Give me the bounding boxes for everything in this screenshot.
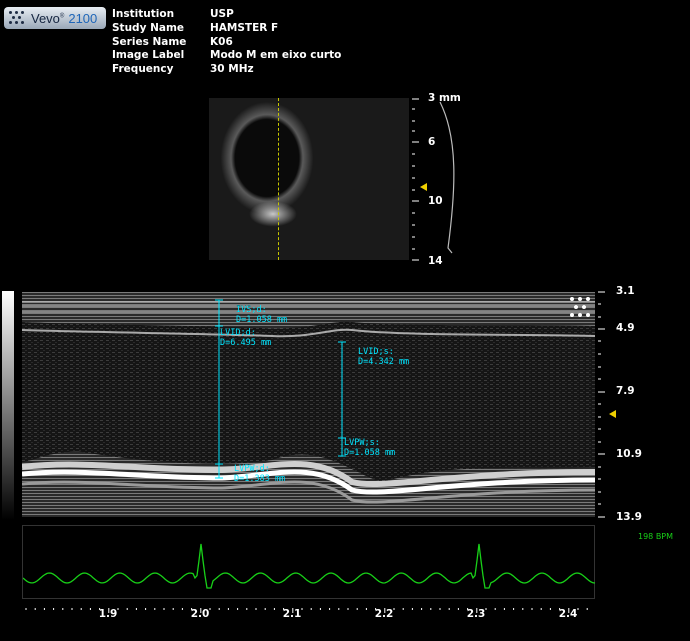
time-label: 2.2	[374, 608, 394, 620]
time-label: 1.9	[98, 608, 118, 620]
mmode-depth-label: 7.9	[616, 385, 635, 397]
mmode-depth-label: 10.9	[616, 448, 642, 460]
info-key: Series Name	[112, 35, 187, 48]
brand-model: 2100	[68, 10, 98, 26]
mmode-depth-label: 13.9	[616, 511, 642, 523]
info-key: Study Name	[112, 21, 185, 34]
measure-ivs-d: IVS;d: D=1.058 mm	[236, 305, 288, 325]
ecg-trace-panel	[22, 525, 596, 599]
mmode-image[interactable]: IVS;d: D=1.058 mm LVID;d: D=6.495 mm LVP…	[22, 292, 595, 517]
info-key: Institution	[112, 8, 175, 20]
bmode-ruler-ticks	[412, 98, 455, 261]
bmode-depth-label: 3 mm	[428, 92, 461, 104]
mmode-trace	[22, 292, 595, 517]
info-value: USP	[210, 8, 234, 20]
time-axis: 1.9 2.0 2.1 2.2 2.3 2.4	[22, 600, 597, 630]
bmode-depth-label: 14	[428, 255, 443, 267]
info-row: Series Name K06	[112, 36, 341, 50]
time-label: 2.4	[558, 608, 578, 620]
ecg-waveform	[22, 543, 596, 589]
measure-lvpw-s: LVPW;s: D=1.058 mm	[344, 438, 396, 458]
bmode-depth-ruler: 3 mm 6 10 14	[412, 92, 472, 267]
mmode-ruler-ticks	[598, 291, 605, 518]
measure-lvid-s: LVID;s: D=4.342 mm	[358, 347, 410, 367]
mmode-depth-label: 3.1	[616, 285, 635, 297]
info-row: Institution USP	[112, 8, 341, 22]
brand-name: Vevo®	[31, 10, 65, 26]
vevo-logo: Vevo® 2100	[4, 7, 106, 29]
bmode-image[interactable]	[209, 98, 409, 260]
heart-rate: 198 BPM	[638, 532, 674, 541]
time-label: 2.1	[282, 608, 302, 620]
bmode-depth-label: 10	[428, 195, 443, 207]
info-row: Frequency 30 MHz	[112, 63, 341, 77]
bmode-depth-label: 6	[428, 136, 436, 148]
time-label: 2.3	[466, 608, 486, 620]
info-value: Modo M em eixo curto	[210, 49, 342, 62]
measure-lvpw-d: LVPW;d: D=1.383 mm	[234, 464, 286, 484]
measure-lvid-d: LVID;d: D=6.495 mm	[220, 328, 272, 348]
mmode-focus-marker[interactable]	[609, 410, 616, 418]
info-value: 30 MHz	[210, 63, 254, 76]
info-key: Frequency	[112, 63, 174, 76]
study-info: Institution USP Study Name HAMSTER F Serie…	[112, 8, 341, 77]
info-row: Image Label Modo M em eixo curto	[112, 49, 341, 63]
info-value: HAMSTER F	[210, 21, 279, 34]
time-label: 2.0	[190, 608, 210, 620]
info-key: Image Label	[112, 49, 185, 62]
info-row: Study Name HAMSTER F	[112, 22, 341, 36]
grayscale-bar	[2, 291, 14, 520]
logo-dots-icon	[9, 11, 27, 25]
mmode-depth-ruler: 3.1 4.9 7.9 10.9 13.9	[596, 285, 656, 523]
mmode-depth-label: 4.9	[616, 322, 635, 334]
mmode-cursor-line[interactable]	[278, 98, 279, 260]
info-value: K06	[210, 35, 233, 48]
focus-depth-marker[interactable]	[420, 183, 427, 191]
